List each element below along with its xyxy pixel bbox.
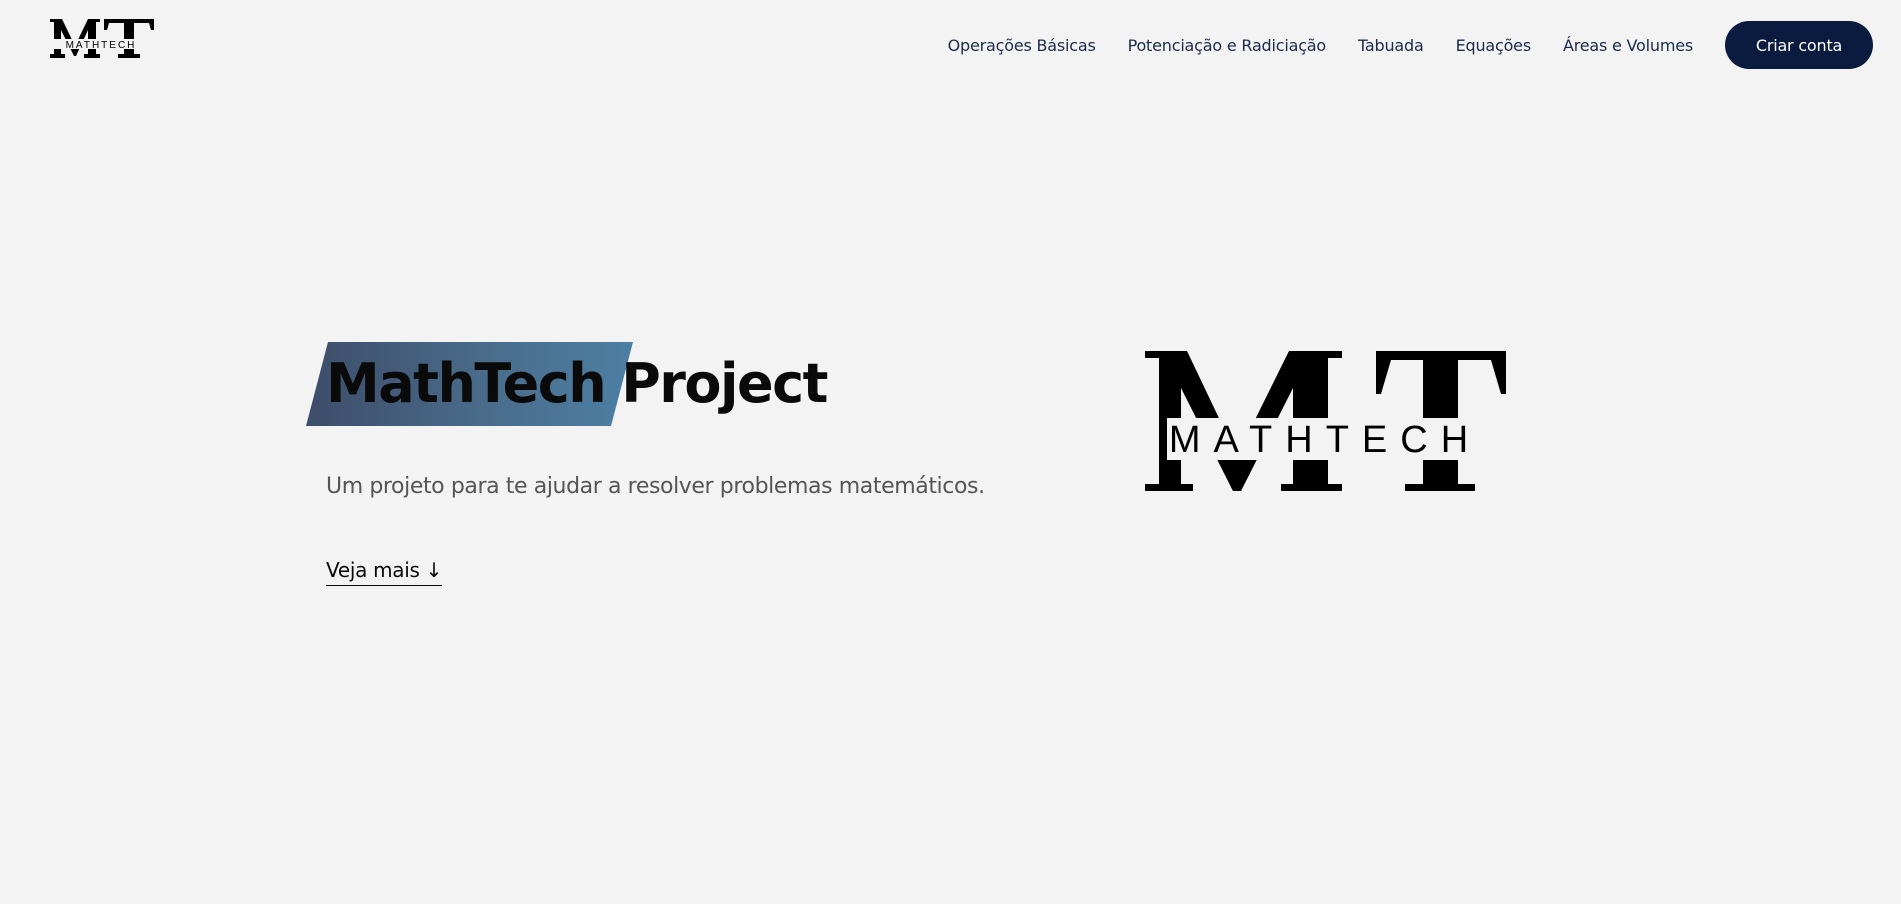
create-account-button[interactable]: Criar conta — [1725, 21, 1873, 69]
logo-large-wordmark: MATHTECH — [1169, 419, 1481, 461]
site-header: MATHTECH Operações Básicas Potenciação e… — [0, 0, 1901, 90]
hero-subtitle: Um projeto para te ajudar a resolver pro… — [326, 474, 985, 499]
logo-small-wordmark: MATHTECH — [66, 40, 137, 51]
nav-item-operacoes-basicas[interactable]: Operações Básicas — [948, 36, 1096, 55]
hero-title: MathTech Project — [306, 342, 828, 426]
nav-item-equacoes[interactable]: Equações — [1456, 36, 1532, 55]
main-nav: Operações Básicas Potenciação e Radiciaç… — [948, 20, 1873, 70]
hero-title-block: MathTech Project — [306, 342, 828, 426]
see-more-link[interactable]: Veja mais ↓ — [326, 558, 442, 586]
nav-item-tabuada[interactable]: Tabuada — [1358, 36, 1424, 55]
hero-title-rest: Project — [621, 352, 828, 415]
mathtech-logo-large: MATHTECH — [1145, 351, 1506, 491]
mathtech-logo-small[interactable]: MATHTECH — [48, 16, 156, 62]
landing-page: MATHTECH Operações Básicas Potenciação e… — [0, 0, 1901, 904]
nav-item-potenciacao-radiciacao[interactable]: Potenciação e Radiciação — [1128, 36, 1327, 55]
nav-item-areas-volumes[interactable]: Áreas e Volumes — [1563, 36, 1693, 55]
hero-title-highlight-word: MathTech — [326, 352, 607, 415]
